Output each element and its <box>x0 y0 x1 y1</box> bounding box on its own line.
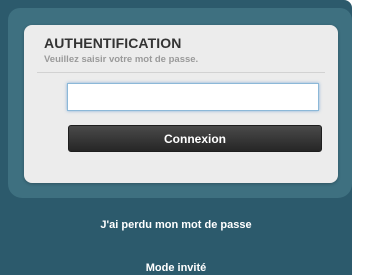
lost-password-link[interactable]: J'ai perdu mon mot de passe <box>0 219 352 231</box>
card-divider <box>37 72 325 73</box>
password-input[interactable] <box>67 83 319 111</box>
card-title: AUTHENTIFICATION <box>44 35 182 51</box>
card-subtitle: Veuillez saisir votre mot de passe. <box>44 54 199 65</box>
guest-mode-link[interactable]: Mode invité <box>0 262 352 274</box>
login-button[interactable]: Connexion <box>68 125 322 152</box>
login-screen: AUTHENTIFICATION Veuillez saisir votre m… <box>0 0 366 275</box>
login-panel: AUTHENTIFICATION Veuillez saisir votre m… <box>0 0 352 275</box>
authentication-card: AUTHENTIFICATION Veuillez saisir votre m… <box>24 25 338 183</box>
